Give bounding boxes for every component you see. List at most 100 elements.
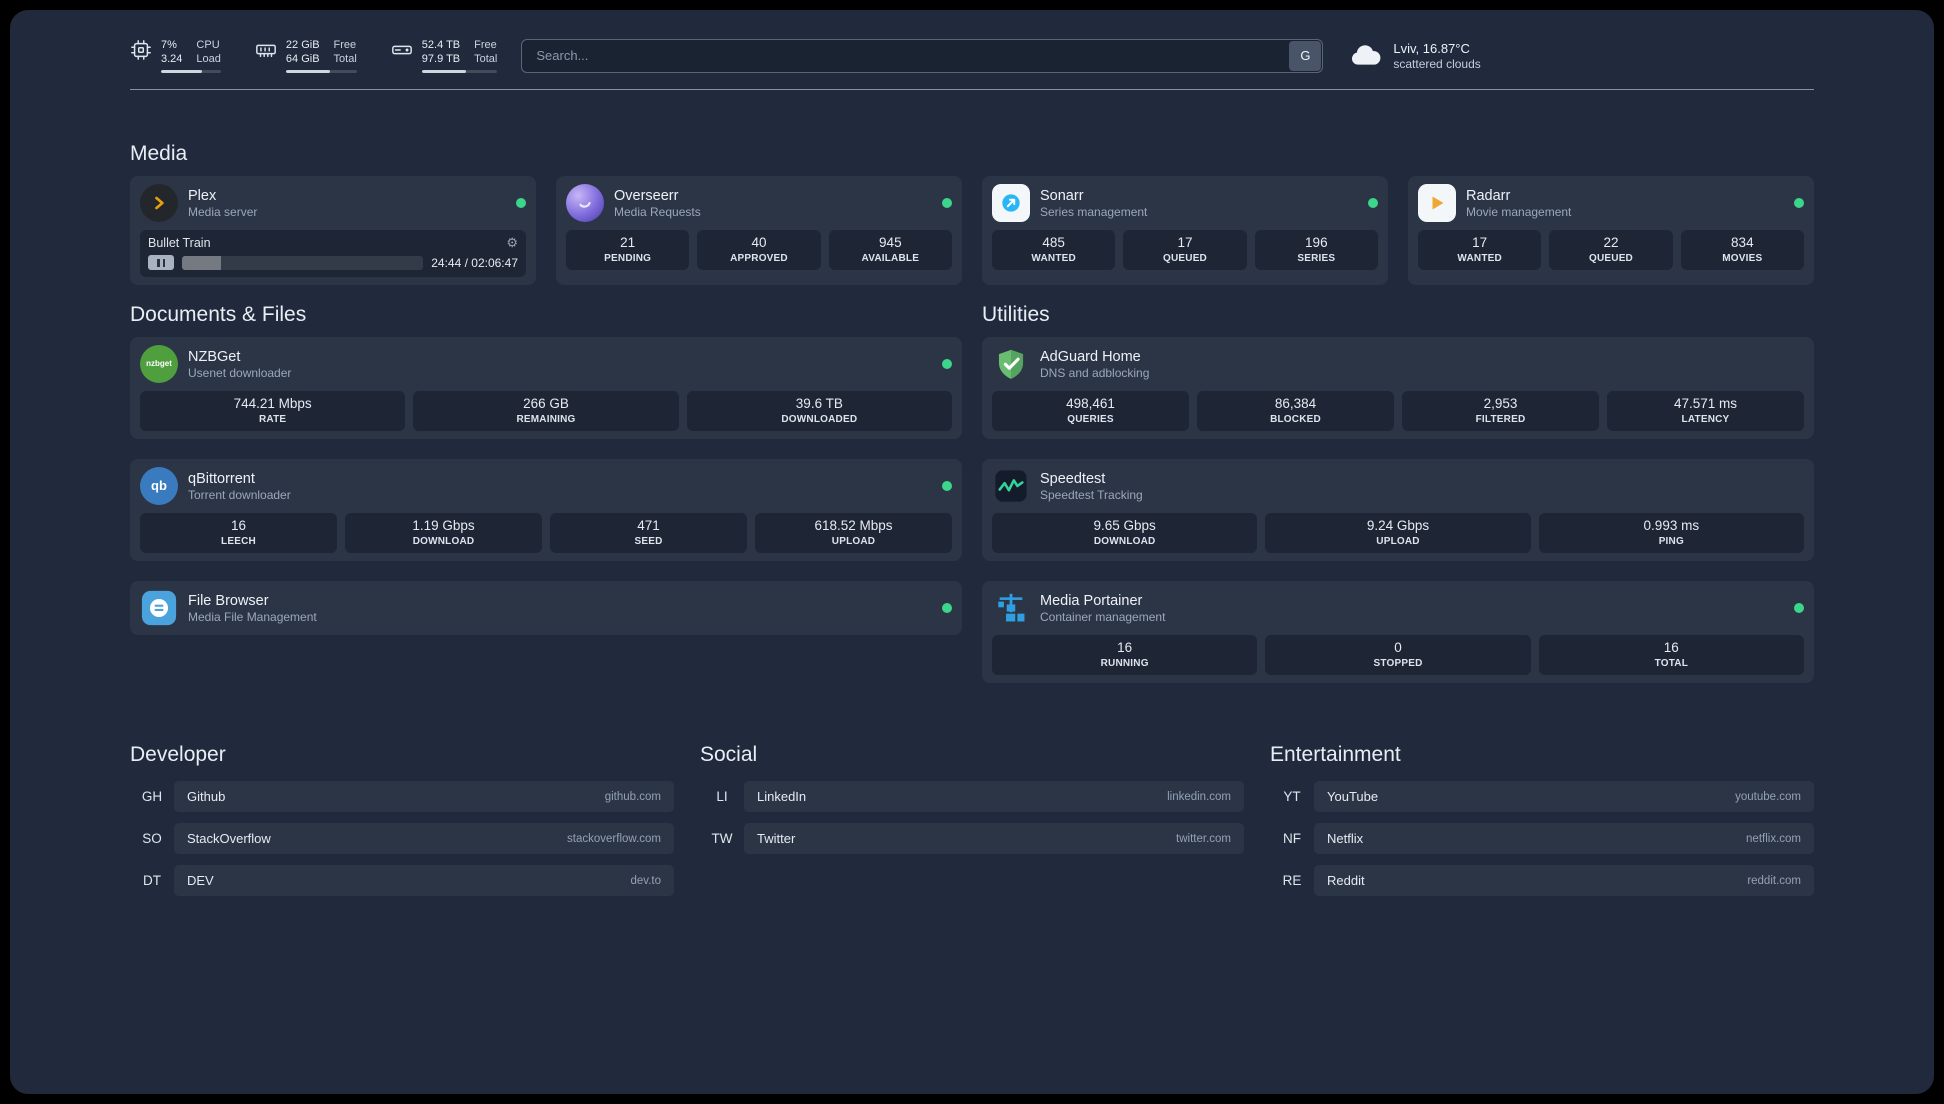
stat-row: 17 WANTED 22 QUEUED 834 MOVIES xyxy=(1418,230,1804,270)
stat-value: 498,461 xyxy=(1066,396,1115,411)
bookmark-name: Reddit xyxy=(1327,873,1365,888)
disk-free-value: 52.4 TB xyxy=(421,39,461,51)
stat-label: WANTED xyxy=(1031,253,1076,264)
bookmark-dev[interactable]: DT DEV dev.to xyxy=(130,865,674,896)
service-title: Radarr xyxy=(1466,187,1511,204)
stat-label: UPLOAD xyxy=(831,536,876,547)
section-heading-utilities: Utilities xyxy=(982,303,1050,326)
bookmark-name: LinkedIn xyxy=(757,789,807,804)
weather-widget[interactable]: Lviv, 16.87°C scattered clouds xyxy=(1347,40,1481,72)
service-title: File Browser xyxy=(188,592,269,609)
cpu-icon xyxy=(130,39,152,61)
service-title: AdGuard Home xyxy=(1040,348,1141,365)
cpu-load-value: 3.24 xyxy=(161,53,183,65)
stat-leech: 16 LEECH xyxy=(140,513,337,553)
stat-value: 2,953 xyxy=(1483,396,1518,411)
weather-condition: scattered clouds xyxy=(1393,56,1481,71)
service-card-portainer[interactable]: Media Portainer Container management 16 … xyxy=(982,581,1814,683)
service-card-radarr[interactable]: Radarr Movie management 17 WANTED 22 QUE… xyxy=(1408,176,1814,285)
stat-value: 9.65 Gbps xyxy=(1093,518,1156,533)
plex-icon xyxy=(140,184,178,222)
section-media: Media Plex Media server Bullet Train ⚙ 2… xyxy=(130,142,1814,285)
stat-label: RUNNING xyxy=(1100,658,1149,669)
stat-label: FILTERED xyxy=(1475,414,1526,425)
column-documents: Documents & Files nzbget NZBGet Usenet d… xyxy=(130,303,962,703)
weather-location: Lviv, 16.87°C xyxy=(1393,40,1470,56)
memory-progress-bar xyxy=(285,70,357,73)
service-card-sonarr[interactable]: Sonarr Series management 485 WANTED 17 Q… xyxy=(982,176,1388,285)
bookmark-name: Netflix xyxy=(1327,831,1364,846)
bookmark-url: github.com xyxy=(604,790,661,803)
adguard-icon xyxy=(992,345,1030,383)
service-card-nzbget[interactable]: nzbget NZBGet Usenet downloader 744.21 M… xyxy=(130,337,962,439)
stat-remaining: 266 GB REMAINING xyxy=(413,391,679,431)
stat-approved: 40 APPROVED xyxy=(697,230,821,270)
stat-label: LATENCY xyxy=(1681,414,1730,425)
service-card-adguard[interactable]: AdGuard Home DNS and adblocking 498,461 … xyxy=(982,337,1814,439)
playback-progress-bar[interactable] xyxy=(182,255,424,270)
stat-value: 21 xyxy=(620,235,636,250)
memory-free-label: Free xyxy=(333,39,357,51)
stat-pending: 21 PENDING xyxy=(566,230,690,270)
service-card-speedtest[interactable]: Speedtest Speedtest Tracking 9.65 Gbps D… xyxy=(982,459,1814,561)
stat-value: 16 xyxy=(1663,640,1679,655)
stat-value: 86,384 xyxy=(1274,396,1317,411)
bookmark-abbr: LI xyxy=(716,789,728,804)
service-card-plex[interactable]: Plex Media server Bullet Train ⚙ 24:44 /… xyxy=(130,176,536,285)
stat-queries: 498,461 QUERIES xyxy=(992,391,1189,431)
service-title: Speedtest xyxy=(1040,470,1106,487)
section-heading-media: Media xyxy=(130,142,188,165)
bookmark-abbr: RE xyxy=(1282,873,1302,888)
bookmark-youtube[interactable]: YT YouTube youtube.com xyxy=(1270,781,1814,812)
stat-label: RATE xyxy=(259,414,287,425)
stat-value: 0 xyxy=(1394,640,1402,655)
nzbget-icon: nzbget xyxy=(140,345,178,383)
stat-wanted: 485 WANTED xyxy=(992,230,1116,270)
status-dot xyxy=(1794,603,1804,613)
service-card-qbittorrent[interactable]: qb qBittorrent Torrent downloader 16 LEE… xyxy=(130,459,962,561)
section-heading-social: Social xyxy=(700,743,758,766)
cpu-progress-bar xyxy=(161,70,221,73)
section-bookmarks: Developer GH Github github.com SO StackO… xyxy=(130,743,1814,907)
stat-value: 266 GB xyxy=(523,396,569,411)
bookmark-reddit[interactable]: RE Reddit reddit.com xyxy=(1270,865,1814,896)
stat-value: 17 xyxy=(1177,235,1193,250)
bookmark-linkedin[interactable]: LI LinkedIn linkedin.com xyxy=(700,781,1244,812)
service-subtitle: Torrent downloader xyxy=(188,487,291,502)
bookmark-stackoverflow[interactable]: SO StackOverflow stackoverflow.com xyxy=(130,823,674,854)
stat-value: 196 xyxy=(1305,235,1328,250)
stat-upload: 9.24 Gbps UPLOAD xyxy=(1265,513,1531,553)
bookmark-url: stackoverflow.com xyxy=(567,832,661,845)
stat-value: 16 xyxy=(230,518,247,533)
disk-total-label: Total xyxy=(474,53,498,65)
stat-value: 0.993 ms xyxy=(1643,518,1700,533)
bookmark-github[interactable]: GH Github github.com xyxy=(130,781,674,812)
cpu-widget: 7% 3.24 CPU Load xyxy=(130,38,221,73)
stat-label: PENDING xyxy=(604,253,652,264)
bookmark-netflix[interactable]: NF Netflix netflix.com xyxy=(1270,823,1814,854)
stat-value: 471 xyxy=(637,518,660,533)
bookmark-abbr: NF xyxy=(1283,831,1301,846)
stat-value: 9.24 Gbps xyxy=(1366,518,1430,533)
stat-downloaded: 39.6 TB DOWNLOADED xyxy=(686,391,952,431)
bookmark-abbr: YT xyxy=(1283,789,1301,804)
gear-icon[interactable]: ⚙ xyxy=(506,236,518,250)
bookmark-abbr: TW xyxy=(711,831,733,846)
app-window: 7% 3.24 CPU Load 22 GiB 64 GiB Free Tota… xyxy=(0,0,1944,1104)
service-subtitle: Movie management xyxy=(1466,204,1572,219)
service-card-filebrowser[interactable]: File Browser Media File Management xyxy=(130,581,962,635)
pause-button[interactable] xyxy=(148,255,174,270)
service-card-overseerr[interactable]: Overseerr Media Requests 21 PENDING 40 A… xyxy=(556,176,962,285)
stat-download: 1.19 Gbps DOWNLOAD xyxy=(345,513,542,553)
search-provider-button[interactable]: G xyxy=(1289,40,1322,71)
stat-value: 40 xyxy=(751,235,767,250)
stat-row: 498,461 QUERIES 86,384 BLOCKED 2,953 FIL… xyxy=(992,391,1804,431)
service-title: Sonarr xyxy=(1040,187,1084,204)
overseerr-icon xyxy=(566,184,604,222)
stat-label: UPLOAD xyxy=(1376,536,1420,547)
stat-row: 21 PENDING 40 APPROVED 945 AVAILABLE xyxy=(566,230,952,270)
stat-rate: 744.21 Mbps RATE xyxy=(140,391,406,431)
memory-free-value: 22 GiB xyxy=(285,39,320,51)
search-input[interactable] xyxy=(521,38,1324,73)
bookmark-twitter[interactable]: TW Twitter twitter.com xyxy=(700,823,1244,854)
